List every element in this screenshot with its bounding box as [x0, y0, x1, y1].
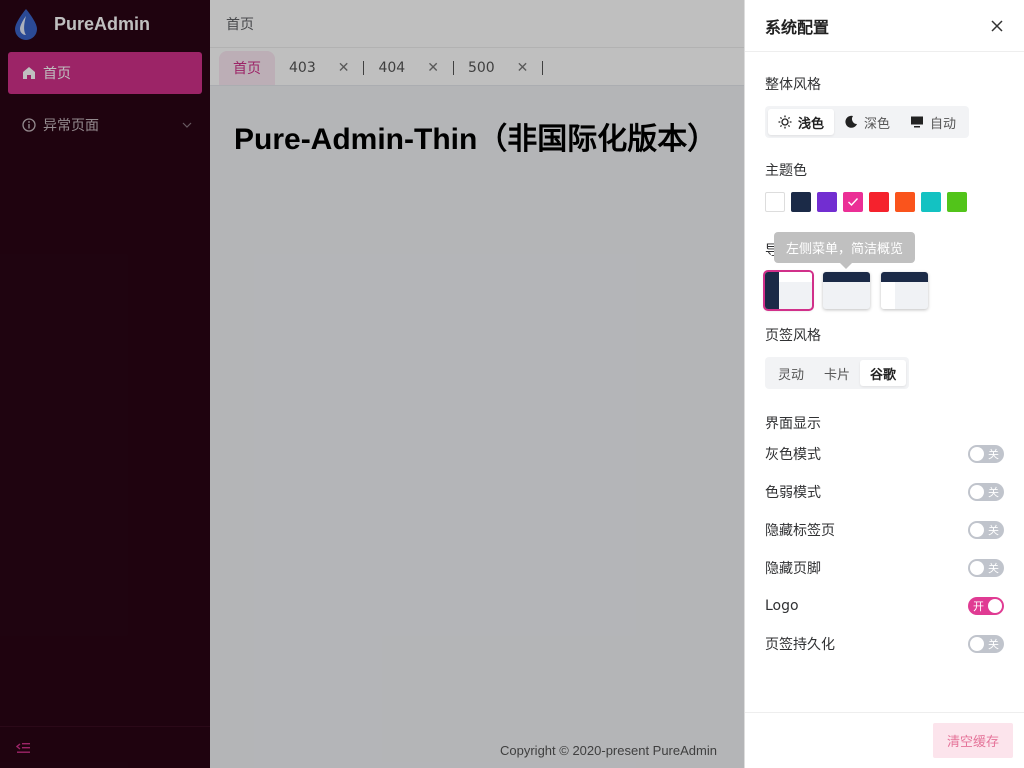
- section-title-theme-color: 主题色: [765, 163, 807, 179]
- theme-swatch-green[interactable]: [947, 192, 967, 212]
- section-title-overall-style: 整体风格: [765, 77, 821, 93]
- monitor-icon: [911, 116, 924, 128]
- tag-style-option-card[interactable]: 卡片: [814, 360, 860, 386]
- hide-footer-toggle[interactable]: 关: [968, 559, 1004, 577]
- tag-style-option-chrome[interactable]: 谷歌: [860, 360, 907, 386]
- switch-label: Logo: [765, 598, 799, 614]
- style-option-auto[interactable]: 自动: [900, 109, 966, 135]
- tag-style-option-smart[interactable]: 灵动: [768, 360, 814, 386]
- drawer-title: 系统配置: [765, 17, 830, 37]
- theme-swatch-purple[interactable]: [817, 192, 837, 212]
- sun-icon: [778, 115, 792, 129]
- switch-row-logo: Logo 开: [765, 587, 1004, 625]
- style-option-dark[interactable]: 深色: [834, 109, 900, 135]
- drawer-overlay[interactable]: [0, 0, 744, 768]
- tags-persist-toggle[interactable]: 关: [968, 635, 1004, 653]
- drawer-footer: 清空缓存: [745, 712, 1024, 768]
- clear-cache-button[interactable]: 清空缓存: [932, 723, 1013, 758]
- settings-drawer: 系统配置 整体风格 浅色 深色 自动 主题色 左侧菜单，简洁概览 页签风格 灵动…: [744, 0, 1024, 768]
- tag-style-selector: 灵动 卡片 谷歌: [765, 357, 910, 389]
- drawer-header: 系统配置: [745, 0, 1024, 52]
- close-icon[interactable]: [990, 19, 1004, 33]
- switch-label: 隐藏页脚: [765, 561, 821, 577]
- theme-swatch-cyan[interactable]: [921, 192, 941, 212]
- nav-mode-horizontal[interactable]: [823, 272, 870, 309]
- nav-mode-vertical[interactable]: [763, 270, 814, 311]
- hide-tabs-toggle[interactable]: 关: [968, 521, 1004, 539]
- style-option-label: 自动: [930, 116, 957, 132]
- style-option-label: 浅色: [798, 116, 825, 132]
- drawer-body: 整体风格 浅色 深色 自动 主题色 左侧菜单，简洁概览 页签风格 灵动 卡片 谷…: [745, 74, 1024, 663]
- switch-row-tags-persist: 页签持久化 关: [765, 625, 1004, 663]
- weak-mode-toggle[interactable]: 关: [968, 483, 1004, 501]
- switch-label: 灰色模式: [765, 447, 821, 463]
- theme-color-swatches: [765, 192, 1004, 212]
- style-option-label: 深色: [864, 116, 891, 132]
- switch-row-hide-footer: 隐藏页脚 关: [765, 549, 1004, 587]
- section-title-display: 界面显示: [765, 416, 821, 432]
- theme-swatch-navy[interactable]: [791, 192, 811, 212]
- check-icon: [848, 198, 859, 207]
- switch-label: 页签持久化: [765, 637, 835, 653]
- section-title-tag-style: 页签风格: [765, 328, 821, 344]
- theme-swatch-red[interactable]: [869, 192, 889, 212]
- switch-label: 隐藏标签页: [765, 523, 835, 539]
- theme-swatch-white[interactable]: [765, 192, 785, 212]
- nav-mode-selector: 左侧菜单，简洁概览: [763, 232, 1004, 311]
- style-option-light[interactable]: 浅色: [768, 109, 835, 135]
- switch-row-grey-mode: 灰色模式 关: [765, 435, 1004, 473]
- logo-toggle[interactable]: 开: [968, 597, 1004, 615]
- theme-swatch-orange[interactable]: [895, 192, 915, 212]
- theme-swatch-pink[interactable]: [843, 192, 863, 212]
- switch-label: 色弱模式: [765, 485, 821, 501]
- nav-mode-mixed[interactable]: [881, 272, 928, 309]
- grey-mode-toggle[interactable]: 关: [968, 445, 1004, 463]
- switch-row-hide-tabs: 隐藏标签页 关: [765, 511, 1004, 549]
- switch-row-weak-mode: 色弱模式 关: [765, 473, 1004, 511]
- overall-style-selector: 浅色 深色 自动: [765, 106, 970, 138]
- nav-mode-tooltip: 左侧菜单，简洁概览: [774, 232, 916, 269]
- moon-icon: [845, 115, 858, 128]
